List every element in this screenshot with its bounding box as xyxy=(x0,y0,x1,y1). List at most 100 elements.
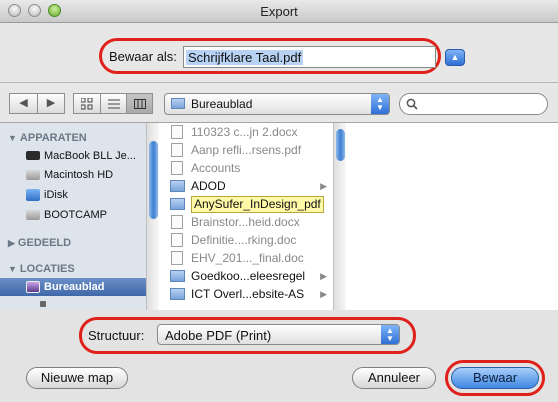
folder-icon xyxy=(170,198,185,210)
list-item[interactable]: ADOD ▶ xyxy=(159,177,333,195)
save-button[interactable]: Bewaar xyxy=(451,367,539,389)
expand-toggle-button[interactable]: ▲ xyxy=(445,49,465,66)
search-field[interactable] xyxy=(399,93,548,115)
file-name: Definitie....rking.doc xyxy=(191,233,297,247)
sidebar-item-macbook[interactable]: MacBook BLL Je... xyxy=(0,147,146,165)
new-folder-button[interactable]: Nieuwe map xyxy=(26,367,128,389)
folder-icon xyxy=(170,270,185,282)
sidebar: ▼ APPARATEN MacBook BLL Je... Macintosh H… xyxy=(0,123,150,311)
disclosure-closed-icon: ▶ xyxy=(8,238,15,248)
sidebar-item-label: Bureaublad xyxy=(44,281,105,293)
list-item[interactable]: Goedkoo...eleesregel ▶ xyxy=(159,267,333,285)
partial-item-icon xyxy=(40,301,46,307)
search-icon xyxy=(406,98,418,110)
back-forward-control: ◀ ▶ xyxy=(9,93,65,114)
list-view-button[interactable] xyxy=(101,94,127,113)
file-name: EHV_201..._final.doc xyxy=(191,251,304,265)
sidebar-item-idisk[interactable]: iDisk xyxy=(0,186,146,204)
disclosure-open-icon: ▼ xyxy=(8,133,17,143)
laptop-icon xyxy=(26,151,40,160)
file-browser: ▼ APPARATEN MacBook BLL Je... Macintosh H… xyxy=(0,122,558,312)
forward-button[interactable]: ▶ xyxy=(38,94,64,113)
file-column-scrollbar[interactable] xyxy=(333,123,346,311)
folder-icon xyxy=(170,288,185,300)
toolbar: ◀ ▶ Bureaublad ▲ ▼ xyxy=(0,82,558,123)
sidebar-section-title: GEDEELD xyxy=(17,237,72,249)
sidebar-item-label: iDisk xyxy=(44,189,68,201)
sidebar-item-bootcamp[interactable]: BOOTCAMP xyxy=(0,206,146,224)
column-view-button[interactable] xyxy=(127,94,152,113)
file-name: Brainstor...heid.docx xyxy=(191,215,300,229)
scrollbar-thumb[interactable] xyxy=(149,141,158,219)
list-item[interactable]: Aanp refli...rsens.pdf xyxy=(159,141,333,159)
sidebar-item-bureaublad[interactable]: Bureaublad xyxy=(0,278,150,296)
icon-view-icon xyxy=(80,97,93,110)
popup-arrows-icon: ▲ ▼ xyxy=(381,325,399,344)
title-bar: Export xyxy=(0,0,558,23)
file-name: ICT Overl...ebsite-AS xyxy=(191,287,305,301)
popup-arrows-icon: ▲ ▼ xyxy=(371,94,389,114)
filename-text: Schrijfklare Taal.pdf xyxy=(186,50,304,65)
location-label: Bureaublad xyxy=(191,97,253,111)
scrollbar-thumb[interactable] xyxy=(336,129,345,161)
file-name: Aanp refli...rsens.pdf xyxy=(191,143,302,157)
folder-icon xyxy=(171,98,185,109)
icon-view-button[interactable] xyxy=(74,94,101,113)
location-popup[interactable]: Bureaublad ▲ ▼ xyxy=(164,93,390,115)
list-item[interactable]: ICT Overl...ebsite-AS ▶ xyxy=(159,285,333,303)
document-icon xyxy=(171,161,183,175)
chevron-right-icon: ▶ xyxy=(320,181,327,191)
sidebar-item-label: Macintosh HD xyxy=(44,169,114,181)
file-column: 110323 c...jn 2.docx Aanp refli...rsens.… xyxy=(159,123,333,311)
file-name: Goedkoo...eleesregel xyxy=(191,269,306,283)
file-name: 110323 c...jn 2.docx xyxy=(191,125,298,139)
column-view-icon xyxy=(133,99,146,109)
list-view-icon xyxy=(107,99,120,109)
list-item[interactable]: Definitie....rking.doc xyxy=(159,231,333,249)
back-arrow-icon: ◀ xyxy=(19,97,28,109)
list-item[interactable]: EHV_201..._final.doc xyxy=(159,249,333,267)
search-input[interactable] xyxy=(420,96,544,113)
window-title: Export xyxy=(260,4,298,19)
filename-field[interactable]: Schrijfklare Taal.pdf xyxy=(183,46,436,68)
file-name: ADOD xyxy=(191,179,226,193)
sidebar-section-title: APPARATEN xyxy=(19,132,87,144)
format-label: Structuur: xyxy=(88,328,145,343)
list-item[interactable]: 110323 c...jn 2.docx xyxy=(159,123,333,141)
chevron-right-icon: ▶ xyxy=(320,271,327,281)
view-mode-control xyxy=(73,93,153,114)
chevron-up-icon: ▲ xyxy=(450,52,460,62)
format-popup[interactable]: Adobe PDF (Print) ▲ ▼ xyxy=(157,324,400,345)
list-item[interactable]: Accounts xyxy=(159,159,333,177)
list-item[interactable]: AnySufer_InDesign_pdf xyxy=(159,195,333,213)
bottom-panel: Structuur: Adobe PDF (Print) ▲ ▼ Nieuwe m… xyxy=(0,310,558,402)
sidebar-scrollbar[interactable] xyxy=(146,123,159,311)
sidebar-section-locations[interactable]: ▼ LOCATIES xyxy=(8,263,75,275)
desktop-icon xyxy=(26,281,40,293)
list-item[interactable]: Brainstor...heid.docx xyxy=(159,213,333,231)
preview-column xyxy=(346,123,558,311)
hard-drive-icon xyxy=(26,210,40,220)
chevron-right-icon: ▶ xyxy=(320,289,327,299)
save-as-label: Bewaar als: xyxy=(109,49,177,64)
sidebar-item-macintosh-hd[interactable]: Macintosh HD xyxy=(0,166,146,184)
save-as-row: Bewaar als: Schrijfklare Taal.pdf ▲ xyxy=(0,22,558,80)
cancel-button[interactable]: Annuleer xyxy=(352,367,436,389)
sidebar-section-devices[interactable]: ▼ APPARATEN xyxy=(8,132,87,144)
sidebar-section-title: LOCATIES xyxy=(19,263,75,275)
folder-icon xyxy=(170,180,185,192)
idisk-icon xyxy=(26,189,40,201)
document-icon xyxy=(171,233,183,247)
sidebar-item-label: BOOTCAMP xyxy=(44,209,107,221)
document-icon xyxy=(171,215,183,229)
document-icon xyxy=(171,143,183,157)
file-name: Accounts xyxy=(191,161,241,175)
file-name: AnySufer_InDesign_pdf xyxy=(191,196,324,213)
sidebar-section-shared[interactable]: ▶ GEDEELD xyxy=(8,237,71,249)
back-button[interactable]: ◀ xyxy=(10,94,38,113)
export-dialog: Export Bewaar als: Schrijfklare Taal.pdf… xyxy=(0,0,558,402)
disclosure-open-icon: ▼ xyxy=(8,264,17,274)
format-value: Adobe PDF (Print) xyxy=(165,328,272,343)
forward-arrow-icon: ▶ xyxy=(46,97,56,109)
document-icon xyxy=(171,125,183,139)
